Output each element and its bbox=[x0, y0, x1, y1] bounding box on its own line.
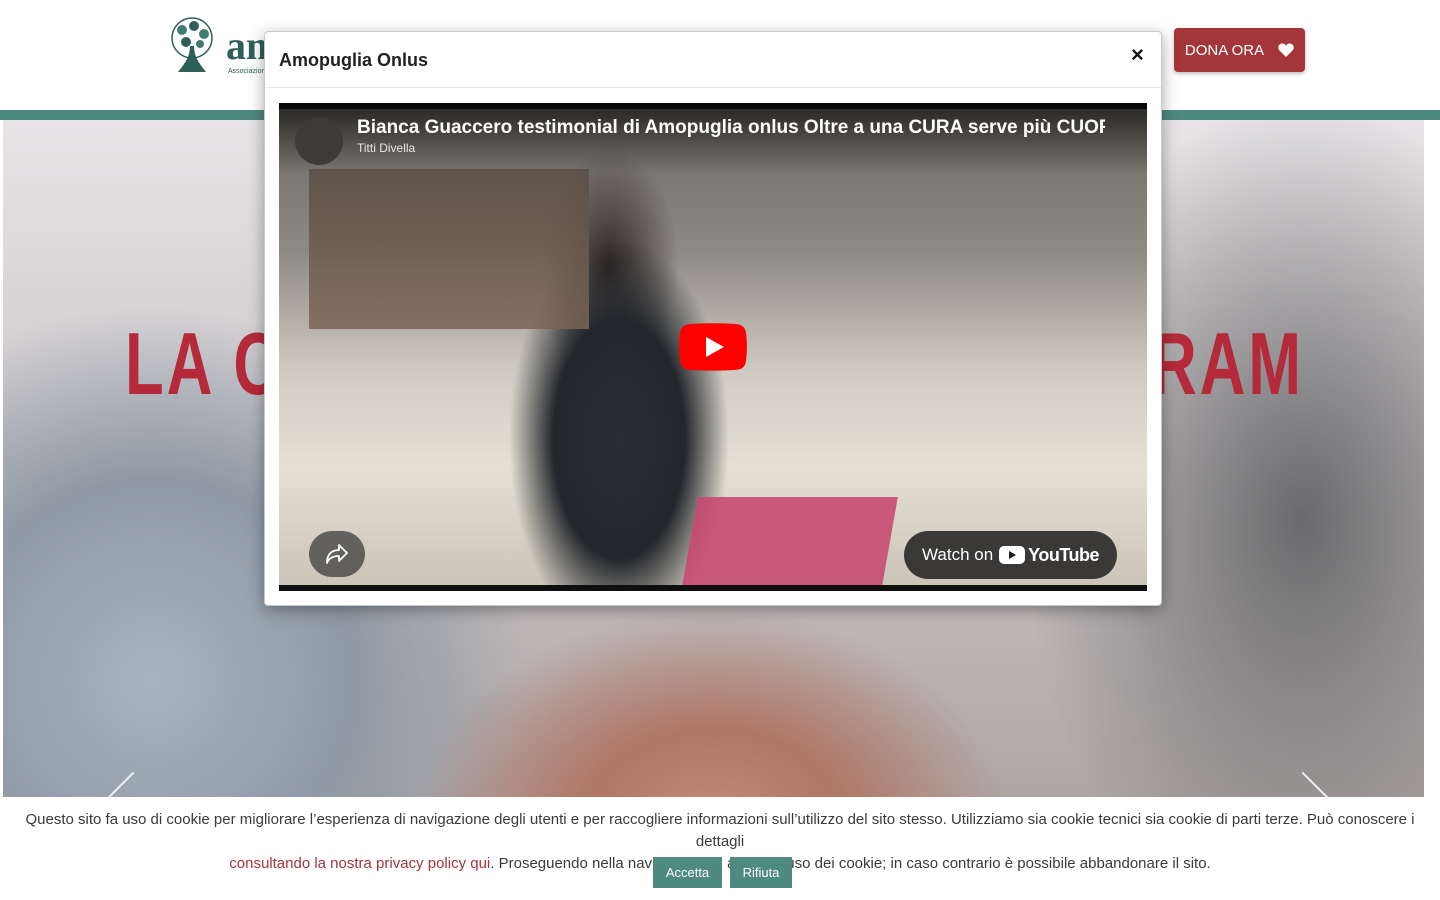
youtube-player[interactable]: Bianca Guaccero testimonial di Amopuglia… bbox=[279, 103, 1147, 591]
watch-on-youtube-button[interactable]: Watch on YouTube bbox=[904, 531, 1117, 579]
youtube-logo: YouTube bbox=[999, 545, 1099, 566]
video-modal: Amopuglia Onlus × Bianca Guaccero testim… bbox=[264, 31, 1162, 606]
modal-title: Amopuglia Onlus bbox=[279, 50, 429, 70]
donate-button[interactable]: DONA ORA bbox=[1174, 28, 1305, 72]
hero-headline-right: RAM bbox=[1151, 314, 1304, 413]
site-logo[interactable]: am Associazione bbox=[160, 16, 280, 76]
video-progress-bar[interactable] bbox=[279, 585, 1147, 591]
share-icon bbox=[326, 544, 348, 564]
video-scene-bag bbox=[680, 497, 898, 591]
youtube-play-icon bbox=[999, 546, 1026, 564]
play-icon[interactable] bbox=[679, 323, 747, 371]
close-icon[interactable]: × bbox=[1131, 44, 1144, 66]
donate-label: DONA ORA bbox=[1184, 41, 1265, 59]
channel-avatar[interactable] bbox=[295, 117, 343, 165]
youtube-wordmark: YouTube bbox=[1028, 544, 1099, 565]
reject-cookies-button[interactable]: Rifiuta bbox=[730, 857, 792, 888]
accept-cookies-button[interactable]: Accetta bbox=[653, 857, 722, 888]
video-title[interactable]: Bianca Guaccero testimonial di Amopuglia… bbox=[357, 117, 1105, 139]
video-scene-shelf bbox=[309, 169, 589, 329]
cookie-text-before: Questo sito fa uso di cookie per miglior… bbox=[25, 811, 1415, 850]
modal-header: Amopuglia Onlus × bbox=[265, 32, 1161, 88]
video-channel: Titti Divella bbox=[357, 141, 416, 155]
olive-tree-icon bbox=[171, 17, 213, 72]
heart-icon bbox=[1278, 43, 1294, 57]
privacy-policy-link[interactable]: consultando la nostra privacy policy qui bbox=[229, 855, 490, 872]
share-button[interactable] bbox=[309, 531, 365, 577]
watch-on-label: Watch on bbox=[921, 545, 994, 564]
cookie-text-after: . Proseguendo nella navigazione si accet… bbox=[490, 855, 1211, 872]
cookie-banner: Questo sito fa uso di cookie per miglior… bbox=[0, 797, 1440, 900]
hero-headline-left: LA C bbox=[125, 314, 282, 413]
